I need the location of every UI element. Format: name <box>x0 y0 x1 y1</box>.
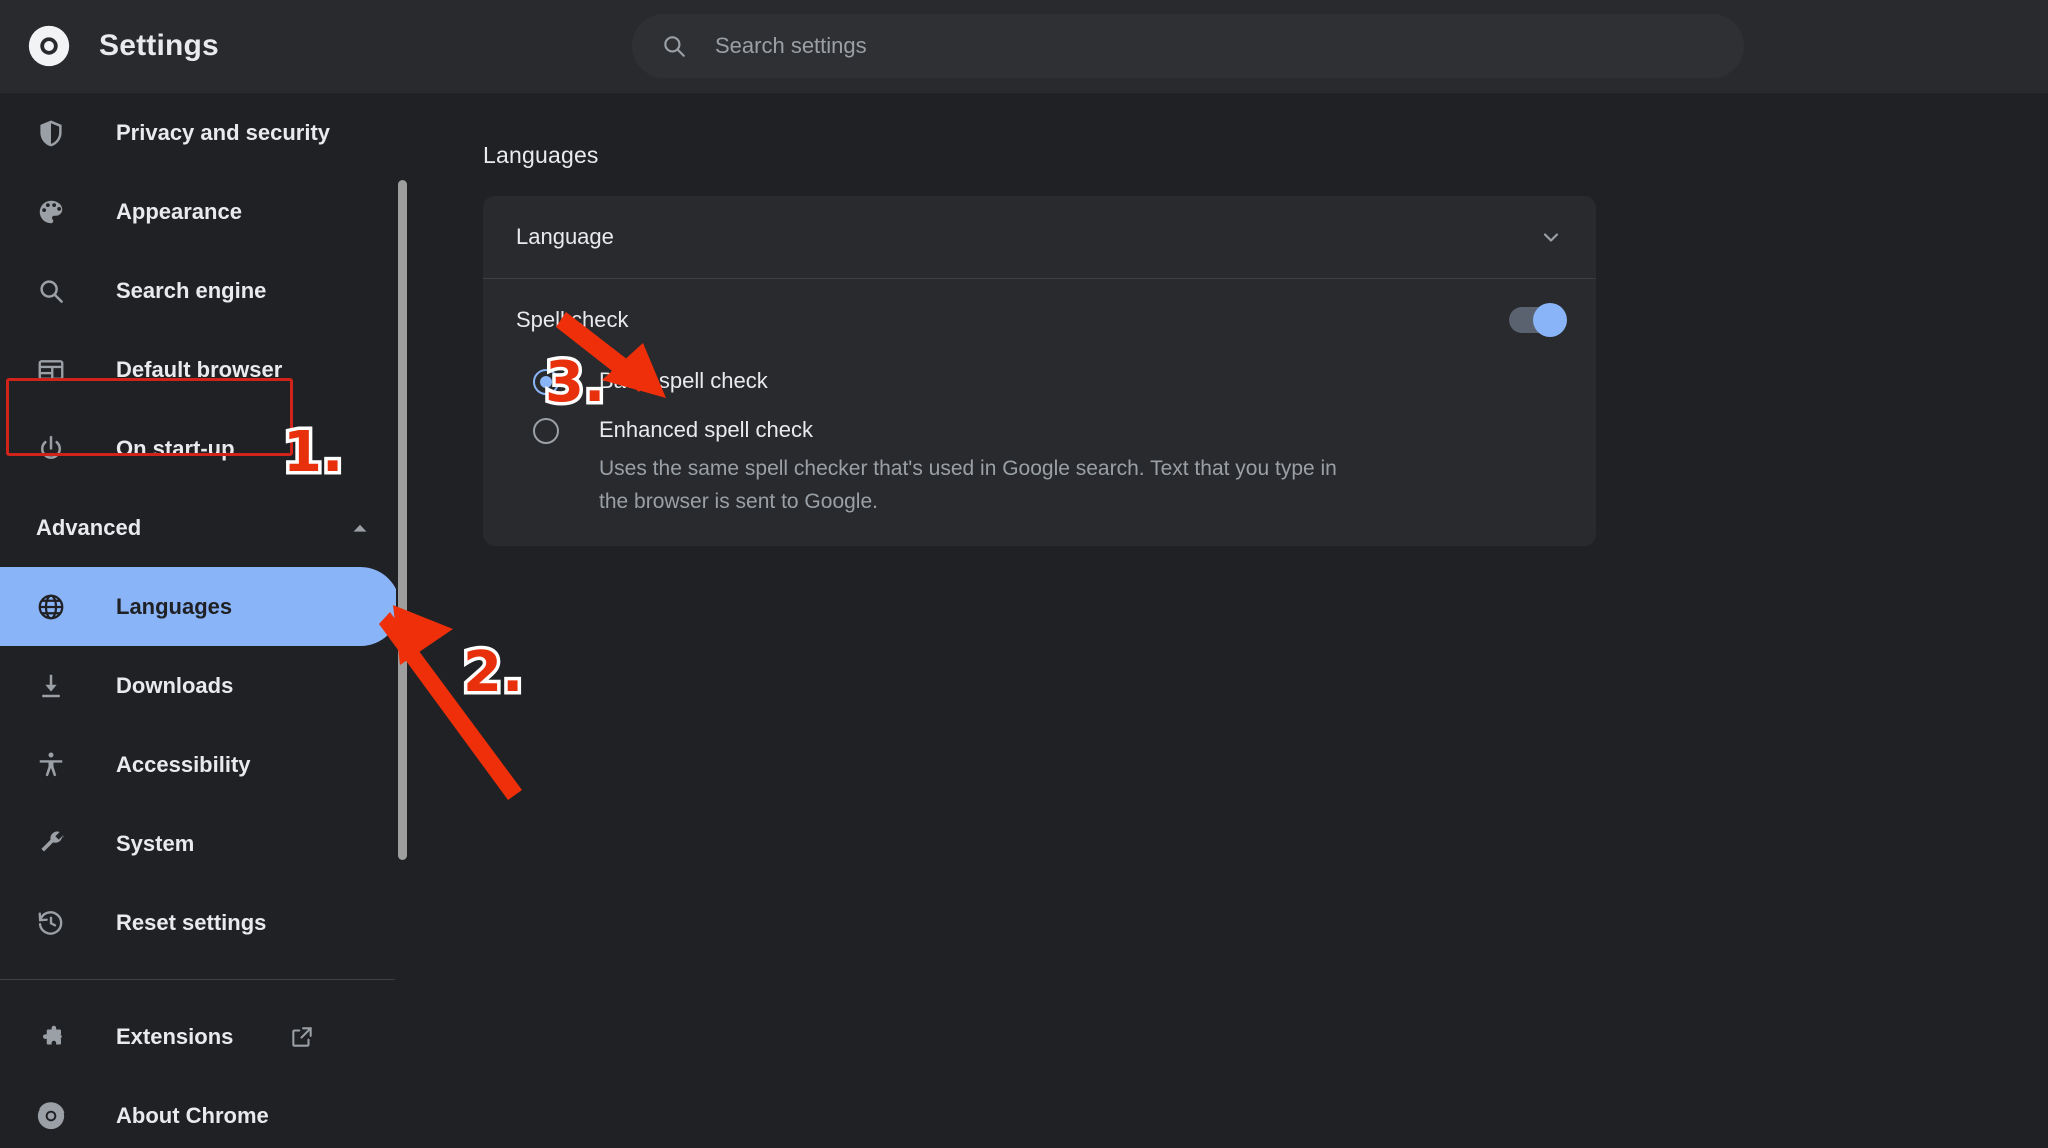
radio-enhanced-spell-check[interactable]: Enhanced spell check Uses the same spell… <box>483 416 1596 518</box>
spell-check-options: Basic spell check Enhanced spell check U… <box>483 361 1596 546</box>
spell-check-label: Spell check <box>516 307 629 332</box>
sidebar-item-privacy-and-security[interactable]: Privacy and security <box>0 93 395 172</box>
browser-window-icon <box>36 355 66 385</box>
radio-description: Uses the same spell checker that's used … <box>599 457 1337 513</box>
sidebar-item-default-browser[interactable]: Default browser <box>0 330 395 409</box>
sidebar-item-label: Advanced <box>36 514 142 540</box>
sidebar-item-languages[interactable]: Languages <box>0 567 400 646</box>
sidebar-item-system[interactable]: System <box>0 804 395 883</box>
sidebar-item-accessibility[interactable]: Accessibility <box>0 725 395 804</box>
chrome-logo-icon <box>36 1101 66 1131</box>
sidebar-item-label: System <box>116 830 195 856</box>
radio-button-selected-icon[interactable] <box>533 369 559 395</box>
history-restore-icon <box>36 908 66 938</box>
sidebar-item-label: Extensions <box>116 1023 234 1049</box>
main-content: Languages Language Spell check Basic spe… <box>420 93 2048 1148</box>
sidebar-item-reset-settings[interactable]: Reset settings <box>0 883 395 962</box>
sidebar-item-on-start-up[interactable]: On start-up <box>0 409 395 488</box>
sidebar-item-extensions[interactable]: Extensions <box>0 997 395 1076</box>
sidebar-item-label: On start-up <box>116 435 235 461</box>
toggle-knob <box>1533 303 1567 337</box>
search-input[interactable] <box>715 33 1744 59</box>
sidebar-item-label: About Chrome <box>116 1102 269 1128</box>
radio-label: Enhanced spell check <box>599 417 814 442</box>
chrome-settings-window: Settings Privacy and security Appearance <box>0 0 2048 1148</box>
globe-icon <box>36 592 66 622</box>
sidebar-item-advanced[interactable]: Advanced <box>0 488 395 567</box>
sidebar-item-label: Privacy and security <box>116 119 331 145</box>
sidebar-nav: Privacy and security Appearance Search e… <box>0 93 400 1148</box>
chevron-down-icon[interactable] <box>1539 225 1563 249</box>
page-title: Languages <box>483 142 599 168</box>
sidebar-item-label: Search engine <box>116 277 267 303</box>
download-icon <box>36 671 66 701</box>
sidebar-item-label: Default browser <box>116 356 283 382</box>
sidebar-item-label: Downloads <box>116 672 234 698</box>
language-row[interactable]: Language <box>483 196 1596 278</box>
accessibility-icon <box>36 750 66 780</box>
sidebar-item-label: Appearance <box>116 198 242 224</box>
chrome-logo-icon <box>27 24 71 68</box>
sidebar-item-label: Languages <box>116 593 233 619</box>
open-in-new-icon[interactable] <box>289 1024 315 1050</box>
shield-icon <box>36 118 66 148</box>
radio-button-icon[interactable] <box>533 418 559 444</box>
sidebar-item-label: Accessibility <box>116 751 251 777</box>
spell-check-row[interactable]: Spell check <box>483 279 1596 361</box>
search-bar[interactable] <box>632 14 1744 78</box>
magnifier-icon <box>36 276 66 306</box>
search-icon <box>661 33 687 59</box>
language-row-label: Language <box>516 224 614 249</box>
radio-basic-spell-check[interactable]: Basic spell check <box>483 367 1596 395</box>
puzzle-icon <box>36 1022 66 1052</box>
radio-label: Basic spell check <box>599 368 768 393</box>
sidebar-scrollbar-thumb[interactable] <box>398 180 407 860</box>
sidebar-item-appearance[interactable]: Appearance <box>0 172 395 251</box>
sidebar-item-search-engine[interactable]: Search engine <box>0 251 395 330</box>
sidebar-item-label: Reset settings <box>116 909 267 935</box>
top-bar: Settings <box>0 0 2048 93</box>
spell-check-toggle[interactable] <box>1509 303 1567 337</box>
app-title: Settings <box>99 29 219 62</box>
sidebar-item-about-chrome[interactable]: About Chrome <box>0 1076 395 1148</box>
sidebar-item-downloads[interactable]: Downloads <box>0 646 395 725</box>
chevron-up-icon <box>349 517 371 539</box>
sidebar-divider <box>0 979 395 980</box>
languages-card: Language Spell check Basic spell check E… <box>483 196 1596 546</box>
power-icon <box>36 434 66 464</box>
wrench-icon <box>36 829 66 859</box>
palette-icon <box>36 197 66 227</box>
